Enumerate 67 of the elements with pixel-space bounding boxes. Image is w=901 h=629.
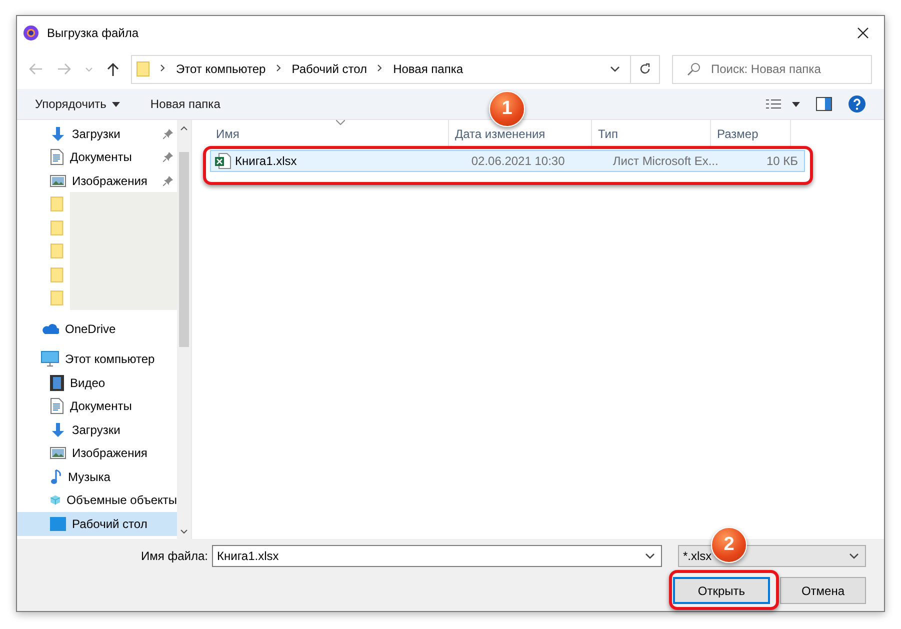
sidebar-item[interactable]: Документы	[17, 146, 177, 169]
organize-button[interactable]: Упорядочить	[35, 97, 120, 111]
size-cell-text: 10 КБ	[765, 154, 799, 168]
cancel-button[interactable]: Отмена	[780, 577, 866, 604]
file-row[interactable]: Книга1.xlsx 02.06.2021 10:30 Лист Microsoft Ex... 10 КБ	[210, 150, 805, 172]
address-bar[interactable]: Этот компьютер Рабочий стол Новая папка	[131, 54, 660, 84]
sidebar-item[interactable]: Изображения	[17, 442, 177, 465]
new-folder-button[interactable]: Новая папка	[150, 97, 220, 111]
down-arrow-icon	[50, 126, 66, 142]
caret-icon	[112, 102, 120, 106]
folder-icon	[50, 243, 64, 260]
refresh-icon	[639, 63, 651, 75]
browser-logo-icon	[23, 24, 39, 40]
document-icon	[50, 398, 64, 414]
sidebar-item[interactable]: Музыка	[17, 465, 177, 488]
film-icon	[50, 374, 64, 391]
sidebar-item[interactable]: Этот компьютер	[17, 348, 177, 371]
file-name-label: Имя файла:	[141, 549, 208, 563]
scrollbar[interactable]	[177, 120, 191, 539]
folder-icon	[50, 290, 64, 306]
sidebar-item[interactable]: Загрузки	[17, 418, 177, 442]
preview-pane-icon[interactable]	[816, 97, 832, 111]
sidebar-item[interactable]: Видео	[17, 371, 177, 394]
sidebar-item[interactable]: Изображения	[17, 169, 177, 192]
breadcrumb[interactable]: Рабочий стол	[292, 62, 368, 76]
column-header[interactable]: Тип	[592, 120, 711, 148]
spreadsheet-icon	[215, 153, 231, 169]
monitor-icon	[41, 351, 59, 368]
cloud-icon	[41, 322, 59, 335]
sidebar-item[interactable]: Документы	[17, 394, 177, 418]
search-icon	[687, 62, 701, 76]
breadcrumb[interactable]: Новая папка	[393, 62, 464, 76]
sort-indicator-icon	[336, 120, 345, 125]
close-icon	[857, 26, 869, 38]
folder-icon	[136, 61, 150, 77]
folder-icon	[50, 196, 64, 212]
column-header[interactable]: Размер	[711, 120, 791, 148]
picture-icon	[50, 446, 66, 460]
dropdown-icon[interactable]	[610, 66, 620, 72]
view-options-icon[interactable]	[766, 99, 800, 109]
scroll-up-icon[interactable]	[180, 126, 188, 130]
dropdown-icon[interactable]	[645, 553, 655, 559]
column-header[interactable]: Имя	[196, 120, 449, 148]
dropdown-icon[interactable]	[849, 553, 859, 559]
open-button[interactable]: Открыть	[673, 577, 770, 604]
picture-icon	[50, 174, 66, 188]
music-note-icon	[50, 468, 62, 485]
sidebar-item[interactable]: Объемные объекты	[17, 488, 177, 512]
breadcrumb[interactable]: Этот компьютер	[176, 62, 266, 76]
sidebar-item[interactable]: Загрузки	[17, 122, 177, 146]
search-field[interactable]: Поиск: Новая папка	[672, 54, 872, 84]
down-arrow-icon	[50, 422, 66, 438]
step-badge: 2	[711, 527, 747, 563]
desktop-icon	[50, 516, 66, 531]
up-arrow-icon[interactable]	[107, 62, 119, 76]
sidebar-item[interactable]: Рабочий стол	[17, 512, 177, 536]
date-cell-text: 02.06.2021 10:30	[470, 154, 566, 168]
help-icon[interactable]	[848, 95, 866, 113]
sidebar-item[interactable]: OneDrive	[17, 317, 177, 340]
type-cell-text: Лист Microsoft Ex...	[612, 154, 720, 168]
file-name: Книга1.xlsx	[235, 154, 297, 168]
file-name-field[interactable]: Книга1.xlsx	[212, 545, 662, 567]
folder-icon	[50, 220, 64, 236]
document-icon	[50, 149, 64, 166]
folder-icon	[50, 266, 64, 283]
scroll-down-icon[interactable]	[180, 528, 188, 534]
window-title: Выгрузка файла	[47, 26, 140, 40]
